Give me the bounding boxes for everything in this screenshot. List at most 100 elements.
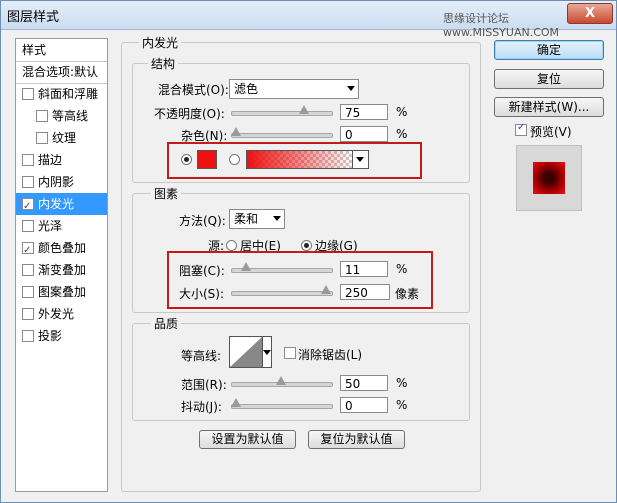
noise-slider-thumb[interactable] — [231, 127, 241, 136]
preview-image — [533, 162, 565, 194]
styles-list-header[interactable]: 样式 — [16, 39, 107, 62]
gradient-radio[interactable] — [229, 154, 240, 165]
opacity-slider-thumb[interactable] — [298, 105, 309, 114]
choke-slider-thumb[interactable] — [240, 262, 251, 271]
jitter-unit: % — [396, 398, 408, 412]
styles-list-item-label: 描边 — [38, 153, 63, 167]
range-slider[interactable] — [231, 376, 333, 388]
style-checkbox[interactable] — [22, 88, 34, 100]
styles-list-item[interactable]: 颜色叠加 — [16, 237, 107, 262]
jitter-slider[interactable] — [231, 398, 333, 410]
source-center-radio[interactable] — [226, 240, 237, 251]
source-edge-radio[interactable] — [301, 240, 312, 251]
antialias-checkbox[interactable] — [284, 347, 296, 359]
style-checkbox[interactable] — [22, 220, 34, 232]
preview-checkbox[interactable]: ✓ — [515, 122, 527, 136]
antialias-label: 消除锯齿(L) — [298, 348, 363, 362]
range-unit: % — [396, 376, 408, 390]
jitter-input[interactable]: 0 — [340, 397, 388, 413]
style-checkbox[interactable] — [36, 132, 48, 144]
choke-unit: % — [396, 262, 408, 276]
set-default-button[interactable]: 设置为默认值 — [199, 430, 296, 449]
chevron-down-icon — [273, 216, 281, 221]
window-title: 图层样式 — [7, 10, 60, 25]
styles-list-item-label: 图案叠加 — [38, 285, 87, 299]
close-icon: X — [584, 6, 596, 21]
style-checkbox[interactable] — [36, 110, 48, 122]
styles-list-item-label: 光泽 — [38, 219, 63, 233]
layer-style-dialog: 图层样式 思缘设计论坛 www.MISSYUAN.COM X 样式 混合选项:默… — [0, 0, 617, 503]
check-icon: ✓ — [517, 122, 526, 133]
styles-list-item[interactable]: 内发光 — [16, 193, 107, 218]
elements-title: 图素 — [151, 185, 182, 202]
styles-list-item-label: 渐变叠加 — [38, 263, 87, 277]
blend-mode-label: 混合模式(O): — [158, 83, 229, 97]
contour-preview[interactable] — [229, 336, 263, 368]
style-checkbox[interactable] — [22, 330, 34, 342]
reset-default-button[interactable]: 复位为默认值 — [308, 430, 405, 449]
style-checkbox[interactable] — [22, 286, 34, 298]
styles-list-item-label: 投影 — [38, 329, 63, 343]
gradient-swatch[interactable] — [246, 150, 354, 169]
range-slider-thumb[interactable] — [276, 376, 286, 385]
close-button[interactable]: X — [567, 3, 613, 24]
styles-list-item[interactable]: 渐变叠加 — [16, 259, 107, 281]
style-checkbox[interactable] — [22, 264, 34, 276]
size-slider[interactable] — [231, 285, 333, 297]
gradient-picker-button[interactable] — [352, 150, 369, 169]
styles-list-item-label: 等高线 — [52, 109, 89, 123]
styles-list-item-label: 内发光 — [38, 197, 75, 211]
reset-button[interactable]: 复位 — [494, 69, 604, 89]
style-checkbox[interactable] — [22, 240, 34, 262]
styles-list-item-label: 内阴影 — [38, 175, 75, 189]
contour-picker-button[interactable] — [262, 336, 272, 368]
opacity-input[interactable]: 75 — [340, 104, 388, 120]
opacity-label: 不透明度(O): — [154, 107, 225, 121]
technique-label: 方法(Q): — [179, 214, 226, 228]
blend-mode-select[interactable]: 滤色 — [229, 79, 359, 99]
ok-button[interactable]: 确定 — [494, 40, 604, 60]
range-input[interactable]: 50 — [340, 375, 388, 391]
style-checkbox[interactable] — [22, 176, 34, 188]
choke-label: 阻塞(C): — [179, 264, 225, 278]
glow-color-swatch[interactable] — [197, 150, 217, 169]
styles-list-item[interactable]: 投影 — [16, 325, 107, 347]
opacity-unit: % — [396, 105, 408, 119]
size-slider-thumb[interactable] — [321, 285, 331, 294]
chevron-down-icon — [356, 157, 364, 162]
noise-input[interactable]: 0 — [340, 126, 388, 142]
contour-icon — [230, 337, 262, 367]
styles-list-item[interactable]: 图案叠加 — [16, 281, 107, 303]
noise-slider[interactable] — [231, 127, 333, 139]
styles-list: 样式 混合选项:默认斜面和浮雕等高线纹理描边内阴影内发光光泽颜色叠加渐变叠加图案… — [15, 38, 108, 492]
new-style-button[interactable]: 新建样式(W)... — [494, 97, 604, 117]
styles-list-item[interactable]: 斜面和浮雕 — [16, 83, 107, 105]
styles-list-item[interactable]: 描边 — [16, 149, 107, 171]
technique-select[interactable]: 柔和 — [229, 209, 285, 229]
size-label: 大小(S): — [179, 287, 225, 301]
styles-list-item-label: 混合选项:默认 — [22, 65, 99, 79]
styles-list-item-label: 纹理 — [52, 131, 77, 145]
style-checkbox[interactable] — [22, 196, 34, 218]
styles-list-item[interactable]: 光泽 — [16, 215, 107, 237]
styles-list-item-label: 斜面和浮雕 — [38, 87, 99, 101]
styles-list-item[interactable]: 等高线 — [16, 105, 107, 127]
styles-list-item[interactable]: 内阴影 — [16, 171, 107, 193]
choke-slider[interactable] — [231, 262, 333, 274]
styles-list-item[interactable]: 混合选项:默认 — [16, 61, 107, 84]
styles-list-item-label: 颜色叠加 — [38, 241, 87, 255]
styles-list-item[interactable]: 纹理 — [16, 127, 107, 149]
style-checkbox[interactable] — [22, 154, 34, 166]
quality-title: 品质 — [151, 315, 182, 332]
opacity-slider[interactable] — [231, 105, 333, 117]
choke-input[interactable]: 11 — [340, 261, 388, 277]
style-checkbox[interactable] — [22, 308, 34, 320]
preview-thumbnail — [516, 145, 582, 211]
jitter-label: 抖动(J): — [181, 400, 222, 414]
title-bar: 图层样式 思缘设计论坛 www.MISSYUAN.COM X — [1, 1, 616, 39]
jitter-slider-thumb[interactable] — [231, 398, 241, 407]
styles-list-item[interactable]: 外发光 — [16, 303, 107, 325]
noise-unit: % — [396, 127, 408, 141]
color-radio[interactable] — [181, 154, 192, 165]
size-input[interactable]: 250 — [340, 284, 390, 300]
